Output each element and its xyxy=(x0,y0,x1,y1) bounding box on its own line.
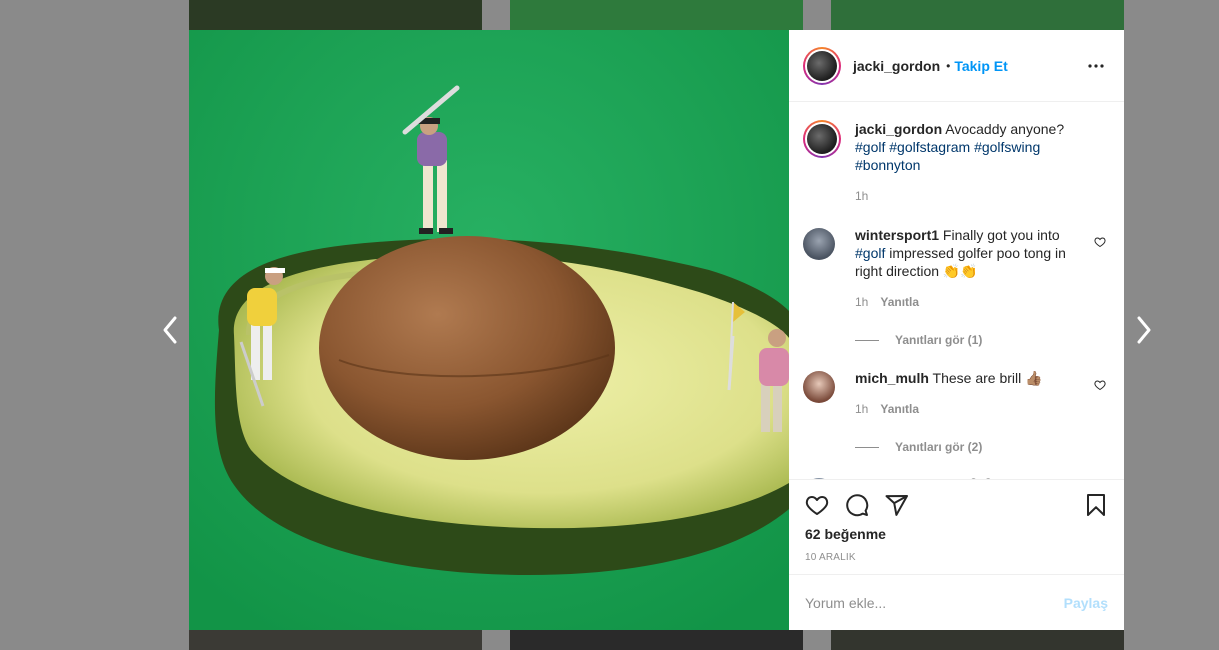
add-comment-bar: Paylaş xyxy=(789,574,1124,630)
comment: wintersport1 Finally got you into #golf … xyxy=(803,226,1108,311)
more-horizontal-icon xyxy=(1088,63,1104,68)
grid-thumbnail[interactable] xyxy=(831,0,1124,30)
comment-username[interactable]: mich_mulh xyxy=(855,370,929,386)
divider xyxy=(855,446,879,448)
grid-thumbnail[interactable] xyxy=(189,630,482,650)
post-comment-button[interactable]: Paylaş xyxy=(1064,595,1108,611)
avatar-image xyxy=(807,50,837,81)
hashtag-link[interactable]: #golf xyxy=(855,139,885,155)
previous-post-button[interactable] xyxy=(160,314,180,346)
comment-username[interactable]: wintersport1 xyxy=(855,227,939,243)
follow-button[interactable]: Takip Et xyxy=(954,58,1007,74)
post-date[interactable]: 10 ARALIK xyxy=(805,552,1108,563)
view-replies-label: Yanıtları gör (1) xyxy=(895,333,983,347)
post-sidebar: jacki_gordon • Takip Et jacki_gordon Avo… xyxy=(789,30,1124,630)
view-replies-label: Yanıtları gör (2) xyxy=(895,440,983,454)
heart-icon[interactable] xyxy=(805,493,829,517)
grid-thumbnail[interactable] xyxy=(831,630,1124,650)
comments-list[interactable]: jacki_gordon Avocaddy anyone? #golf #gol… xyxy=(789,102,1124,479)
hashtag-link[interactable]: #golfstagram xyxy=(889,139,970,155)
avatar[interactable] xyxy=(803,371,835,403)
post-modal: jacki_gordon • Takip Et jacki_gordon Avo… xyxy=(189,30,1124,630)
separator-dot: • xyxy=(946,58,951,73)
comment: mich_mulh These are brill 👍🏽 1h Yanıtla xyxy=(803,369,1108,418)
comment-text: These are brill 👍🏽 xyxy=(932,370,1043,386)
comment-text: Finally got you into xyxy=(942,227,1060,243)
avocado-golf-photo xyxy=(189,30,789,630)
avatar[interactable] xyxy=(803,228,835,260)
caption-time[interactable]: 1h xyxy=(855,187,868,205)
comment-text: impressed golfer poo tong in right direc… xyxy=(855,245,1066,279)
avatar-image xyxy=(807,124,837,154)
heart-icon[interactable] xyxy=(1094,236,1106,248)
comment-input[interactable] xyxy=(805,594,1064,611)
grid-thumbnail[interactable] xyxy=(189,0,482,30)
reply-button[interactable]: Yanıtla xyxy=(880,293,919,311)
post-photo[interactable] xyxy=(189,30,789,630)
more-options-button[interactable] xyxy=(1084,54,1108,78)
hashtag-link[interactable]: #golfswing xyxy=(974,139,1040,155)
caption-text: Avocaddy anyone? xyxy=(945,121,1065,137)
author-username[interactable]: jacki_gordon xyxy=(853,58,940,74)
chevron-right-icon xyxy=(1137,316,1151,344)
chevron-left-icon xyxy=(163,316,177,344)
view-replies-button[interactable]: Yanıtları gör (1) xyxy=(855,333,1108,347)
hashtag-link[interactable]: #bonnyton xyxy=(855,157,920,173)
bookmark-icon[interactable] xyxy=(1084,493,1108,517)
next-post-button[interactable] xyxy=(1134,314,1154,346)
caption: jacki_gordon Avocaddy anyone? #golf #gol… xyxy=(803,120,1108,205)
post-header: jacki_gordon • Takip Et xyxy=(789,30,1124,102)
divider xyxy=(855,339,879,341)
likes-count[interactable]: 62 beğenme xyxy=(805,526,1108,542)
comment-time[interactable]: 1h xyxy=(855,293,868,311)
comment-icon[interactable] xyxy=(845,493,869,517)
view-replies-button[interactable]: Yanıtları gör (2) xyxy=(855,440,1108,454)
avatar[interactable] xyxy=(803,120,841,158)
grid-thumbnail[interactable] xyxy=(510,630,803,650)
caption-username[interactable]: jacki_gordon xyxy=(855,121,942,137)
heart-icon[interactable] xyxy=(1094,379,1106,391)
reply-button[interactable]: Yanıtla xyxy=(880,400,919,418)
avatar[interactable] xyxy=(803,46,841,85)
comment-time[interactable]: 1h xyxy=(855,400,868,418)
paper-plane-icon[interactable] xyxy=(885,493,909,517)
grid-thumbnail[interactable] xyxy=(510,0,803,30)
hashtag-link[interactable]: #golf xyxy=(855,245,885,261)
post-actions: 62 beğenme 10 ARALIK xyxy=(789,479,1124,574)
